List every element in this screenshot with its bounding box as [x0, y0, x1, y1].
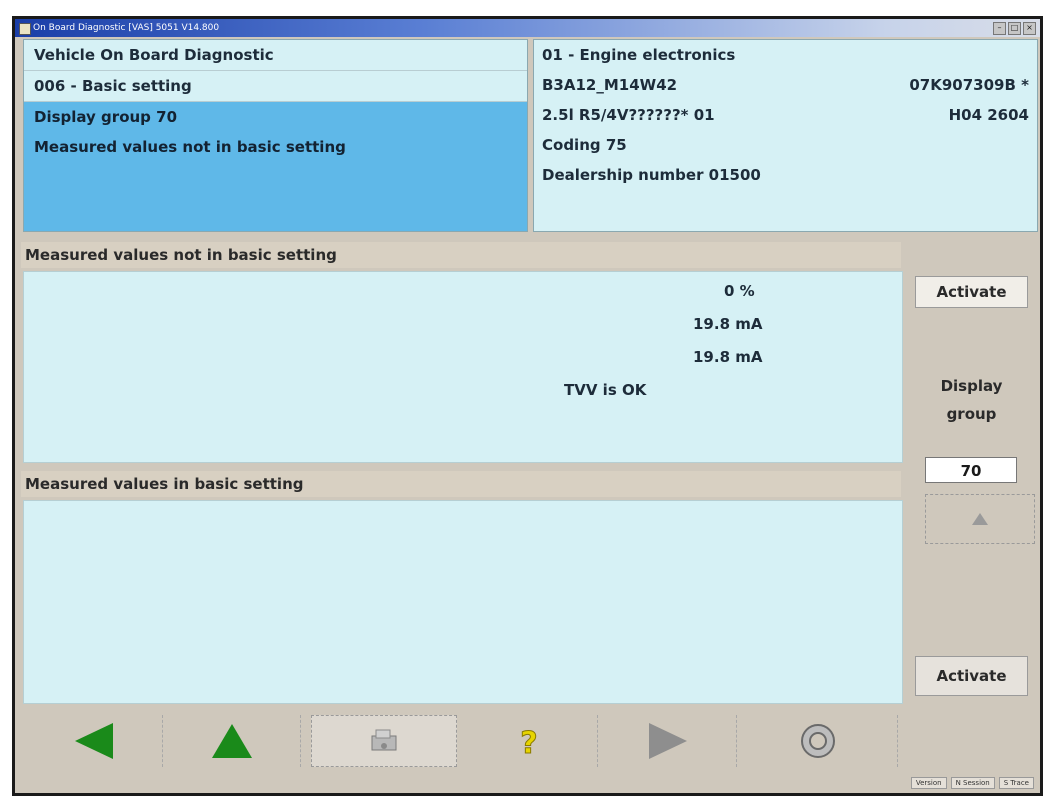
measured-values-area: 0 % 19.8 mA 19.8 mA TVV is OK — [23, 271, 903, 463]
dealership-number: Dealership number 01500 — [542, 166, 761, 184]
forward-arrow-icon — [648, 723, 687, 759]
status-version: Version — [910, 777, 947, 789]
basic-values-area — [23, 500, 903, 704]
title-bar: On Board Diagnostic [VAS] 5051 V14.800 –… — [15, 19, 1040, 37]
status-bar: Version N Session S Trace — [15, 773, 1040, 793]
coding-value: Coding 75 — [542, 136, 627, 154]
window-controls: – □ × — [993, 22, 1036, 35]
forward-button[interactable] — [599, 715, 737, 767]
header-title: Vehicle On Board Diagnostic — [24, 40, 527, 71]
engine-row: 2.5l R5/4V??????* 01 H04 2604 — [534, 100, 1037, 130]
window-title: On Board Diagnostic [VAS] 5051 V14.800 — [33, 23, 220, 33]
hardware-code: H04 2604 — [948, 106, 1029, 124]
help-button[interactable]: ? — [460, 715, 598, 767]
part-number: 07K907309B * — [909, 76, 1029, 94]
software-version: B3A12_M14W42 — [542, 76, 678, 94]
print-button[interactable] — [311, 715, 457, 767]
header-left-panel: Vehicle On Board Diagnostic 006 - Basic … — [23, 39, 528, 232]
display-group-side-label: Display group — [915, 372, 1028, 428]
status-trace: S Trace — [998, 777, 1034, 789]
value-current-2: 19.8 mA — [693, 348, 763, 366]
header-right-panel: 01 - Engine electronics B3A12_M14W42 07K… — [533, 39, 1038, 232]
up-button[interactable] — [163, 715, 301, 767]
back-arrow-icon — [74, 723, 113, 759]
dealership-row: Dealership number 01500 — [534, 160, 1037, 190]
selected-group-block[interactable]: Display group 70 Measured values not in … — [24, 102, 527, 231]
function-label: 006 - Basic setting — [24, 71, 527, 102]
svg-text:?: ? — [520, 726, 537, 761]
measured-status-label: Measured values not in basic setting — [34, 138, 346, 156]
vas-window: On Board Diagnostic [VAS] 5051 V14.800 –… — [12, 16, 1043, 796]
value-percent: 0 % — [724, 282, 755, 300]
section-label-basic: Measured values in basic setting — [21, 471, 901, 497]
bottom-toolbar: ? — [15, 709, 1040, 769]
display-group-text: Display group — [940, 377, 1003, 423]
control-unit-label: 01 - Engine electronics — [534, 40, 1037, 70]
display-group-label: Display group 70 — [34, 108, 178, 126]
minimize-icon[interactable]: – — [993, 22, 1006, 35]
coding-row: Coding 75 — [534, 130, 1037, 160]
settings-button[interactable] — [738, 715, 898, 767]
value-tvv-status: TVV is OK — [564, 381, 647, 399]
control-unit-name: 01 - Engine electronics — [542, 46, 736, 64]
activate-button-top[interactable]: Activate — [915, 276, 1028, 308]
software-row: B3A12_M14W42 07K907309B * — [534, 70, 1037, 100]
print-icon — [371, 729, 397, 751]
engine-code: 2.5l R5/4V??????* 01 — [542, 106, 715, 124]
status-session: N Session — [950, 777, 995, 789]
activate-button-bottom[interactable]: Activate — [915, 656, 1028, 696]
display-group-value[interactable]: 70 — [925, 457, 1017, 483]
back-button[interactable] — [25, 715, 163, 767]
value-current-1: 19.8 mA — [693, 315, 763, 333]
section-label-not-basic: Measured values not in basic setting — [21, 242, 901, 268]
chevron-up-icon — [972, 513, 988, 525]
settings-icon — [800, 724, 835, 758]
maximize-icon[interactable]: □ — [1008, 22, 1021, 35]
group-up-button[interactable] — [925, 494, 1035, 544]
app-icon — [19, 23, 31, 35]
up-arrow-icon — [211, 724, 252, 758]
help-icon: ? — [519, 726, 537, 762]
close-icon[interactable]: × — [1023, 22, 1036, 35]
